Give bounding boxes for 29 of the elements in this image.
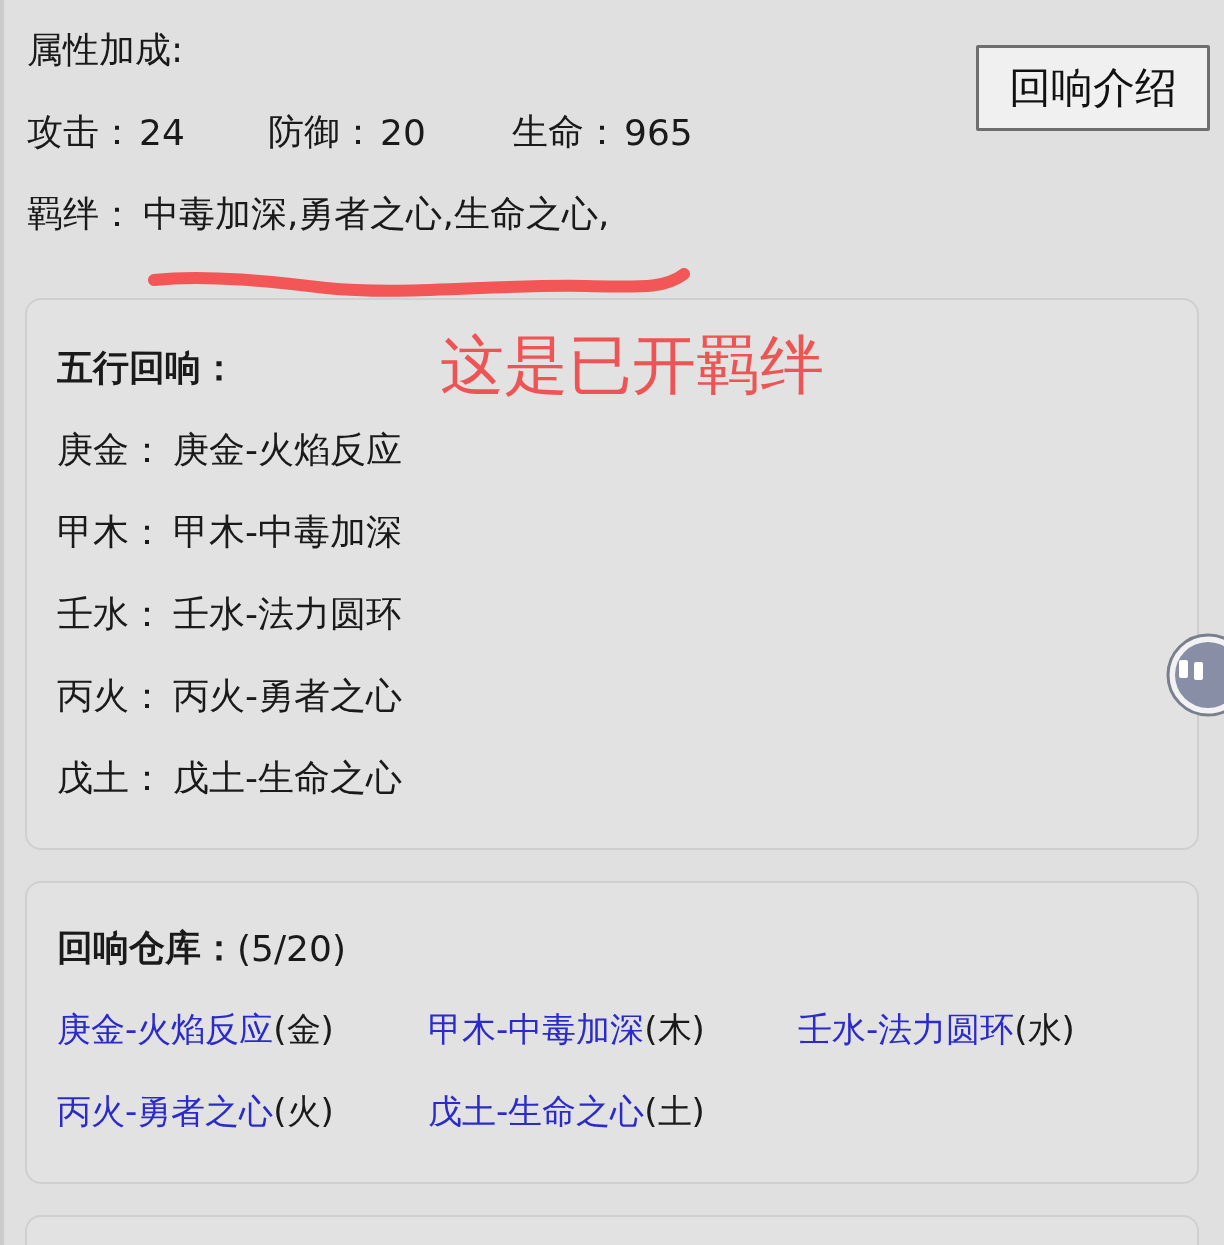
panel-title: 回响仓库：	[57, 925, 237, 970]
section-title: 属性加成:	[27, 27, 184, 72]
stat-value: 965	[624, 111, 693, 153]
element-echo: 戊土-生命之心	[173, 755, 402, 800]
bond-label: 羁绊：	[27, 191, 135, 236]
element-echo: 庚金-火焰反应	[173, 427, 402, 472]
stat-label: 防御：	[268, 109, 376, 154]
stat-label: 生命：	[512, 109, 620, 154]
element-label: 庚金：	[57, 427, 165, 472]
element-label: 壬水：	[57, 591, 165, 636]
annotation-text: 这是已开羁绊	[440, 330, 824, 401]
stat-value: 24	[139, 111, 185, 153]
element-label: 甲木：	[57, 509, 165, 554]
panel-title: 五行回响：	[57, 345, 237, 390]
stat-label: 攻击：	[27, 109, 135, 154]
echo-link[interactable]: 甲木-中毒加深(木)	[428, 989, 705, 1071]
element-echo: 甲木-中毒加深	[173, 509, 402, 554]
warehouse-count: (5/20)	[237, 927, 346, 969]
echo-link[interactable]: 庚金-火焰反应(金)	[57, 989, 334, 1071]
element-label: 丙火：	[57, 673, 165, 718]
echo-link[interactable]: 戊土-生命之心(土)	[428, 1071, 705, 1153]
echo-link[interactable]: 壬水-法力圆环(水)	[798, 989, 1075, 1071]
element-label: 戊土：	[57, 755, 165, 800]
bond-list: 中毒加深,勇者之心,生命之心,	[143, 189, 610, 239]
element-echo: 壬水-法力圆环	[173, 591, 402, 636]
stat-value: 20	[380, 111, 426, 153]
element-echo: 丙火-勇者之心	[173, 673, 402, 718]
echo-link[interactable]: 丙火-勇者之心(火)	[57, 1071, 334, 1153]
echo-intro-button[interactable]: 回响介绍	[976, 45, 1210, 131]
